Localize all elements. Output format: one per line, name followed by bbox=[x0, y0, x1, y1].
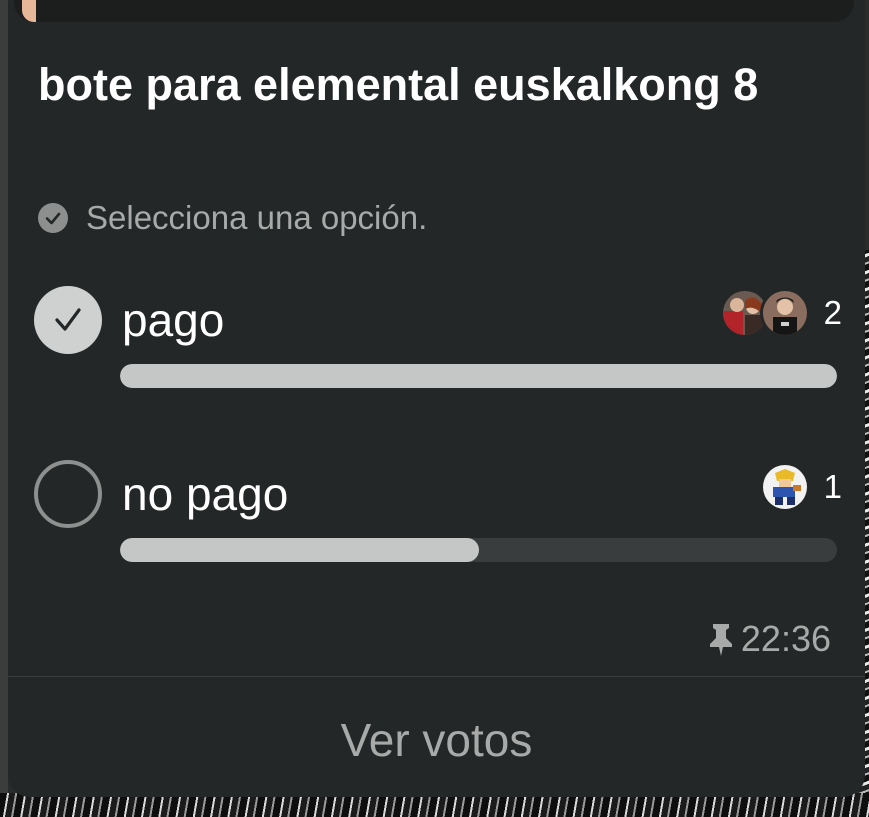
poll-title: bote para elemental euskalkong 8 bbox=[38, 59, 759, 110]
poll-subtitle: Selecciona una opción. bbox=[86, 199, 428, 236]
previous-message-bubble bbox=[14, 0, 854, 22]
option-label: no pago bbox=[122, 468, 289, 520]
check-circle-icon bbox=[38, 203, 68, 233]
vote-bar-track bbox=[120, 364, 837, 388]
poll-option-pago[interactable]: pago 2 bbox=[34, 286, 842, 396]
vote-count: 1 bbox=[823, 468, 842, 505]
message-meta: 22:36 bbox=[707, 618, 831, 660]
poll-instructions: Selecciona una opción. bbox=[38, 198, 427, 238]
divider bbox=[8, 676, 865, 677]
pin-icon bbox=[707, 622, 735, 656]
option-voters[interactable]: 2 bbox=[719, 288, 842, 338]
previous-message-avatar-edge bbox=[22, 0, 36, 22]
vote-bar-track bbox=[120, 538, 837, 562]
voter-avatar bbox=[759, 462, 810, 512]
vote-count: 2 bbox=[823, 294, 842, 331]
vote-bar-fill bbox=[120, 364, 837, 388]
option-label: pago bbox=[122, 294, 225, 346]
option-voters[interactable]: 1 bbox=[759, 462, 842, 512]
message-time: 22:36 bbox=[740, 618, 831, 659]
poll-option-no-pago[interactable]: no pago 1 bbox=[34, 460, 842, 570]
poll-message-bubble: bote para elemental euskalkong 8 Selecci… bbox=[8, 0, 865, 797]
vote-bar-fill bbox=[120, 538, 479, 562]
voter-avatar bbox=[759, 288, 810, 338]
option-unselected-circle[interactable] bbox=[34, 460, 102, 528]
background-left bbox=[0, 0, 8, 817]
option-selected-check[interactable] bbox=[34, 286, 102, 354]
view-votes-button[interactable]: Ver votos bbox=[8, 700, 865, 780]
